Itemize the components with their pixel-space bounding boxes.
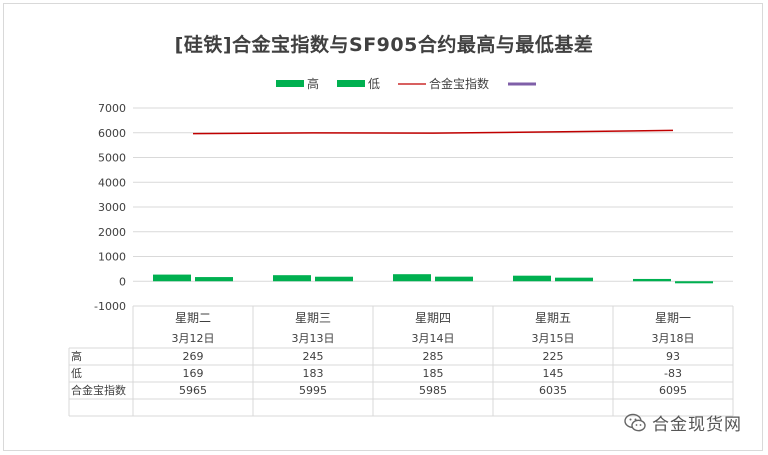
wechat-icon (624, 413, 646, 431)
table-cell: 169 (183, 367, 204, 380)
bar-high (273, 275, 311, 282)
y-tick-label: -1000 (94, 300, 126, 313)
table-row-label: 合金宝指数 (71, 383, 126, 397)
bar-low (555, 277, 593, 282)
y-tick-label: 6000 (98, 127, 126, 140)
bar-low (435, 276, 473, 282)
date-label: 3月18日 (652, 332, 695, 345)
category-label: 星期二 (175, 311, 211, 325)
watermark: 合金现货网 (624, 410, 742, 435)
category-label: 星期一 (655, 311, 691, 325)
table-cell: 183 (303, 367, 324, 380)
table-cell: 245 (303, 350, 324, 363)
table-cell: 5995 (299, 384, 327, 397)
bar-high (393, 274, 431, 282)
table-cell: 6095 (659, 384, 687, 397)
bar-low (195, 277, 233, 282)
bar-low (315, 276, 353, 282)
y-tick-label: 0 (119, 275, 126, 288)
table-cell: 269 (183, 350, 204, 363)
y-tick-label: 4000 (98, 176, 126, 189)
date-label: 3月12日 (172, 332, 215, 345)
y-tick-label: 2000 (98, 226, 126, 239)
bar-high (153, 274, 191, 282)
y-tick-label: 3000 (98, 201, 126, 214)
date-label: 3月15日 (532, 332, 575, 345)
legend-label: 高 (307, 76, 319, 91)
category-label: 星期四 (415, 311, 451, 325)
table-cell: 6035 (539, 384, 567, 397)
table-cell: 225 (543, 350, 564, 363)
legend-label: 合金宝指数 (429, 76, 489, 91)
y-tick-label: 1000 (98, 251, 126, 264)
date-label: 3月13日 (292, 332, 335, 345)
legend-label: 低 (368, 77, 380, 91)
table-cell: 93 (666, 350, 680, 363)
table-cell: 5985 (419, 384, 447, 397)
table-cell: 145 (543, 367, 564, 380)
legend-swatch (276, 80, 304, 87)
bar-low (675, 281, 713, 284)
table-row-label: 低 (71, 367, 82, 380)
y-tick-label: 7000 (98, 102, 126, 115)
table-cell: 185 (423, 367, 444, 380)
table-cell: 285 (423, 350, 444, 363)
y-tick-label: 5000 (98, 152, 126, 165)
bar-high (633, 278, 671, 282)
bar-high (513, 275, 551, 282)
watermark-text: 合金现货网 (652, 415, 742, 435)
date-label: 3月14日 (412, 332, 455, 345)
table-row-label: 高 (71, 349, 82, 363)
category-label: 星期三 (295, 311, 331, 325)
table-cell: -83 (664, 367, 682, 380)
table-cell: 5965 (179, 384, 207, 397)
category-label: 星期五 (535, 311, 571, 325)
legend-swatch (337, 80, 365, 87)
chart-canvas: 70006000500040003000200010000-1000 高低合金宝… (68, 76, 734, 417)
